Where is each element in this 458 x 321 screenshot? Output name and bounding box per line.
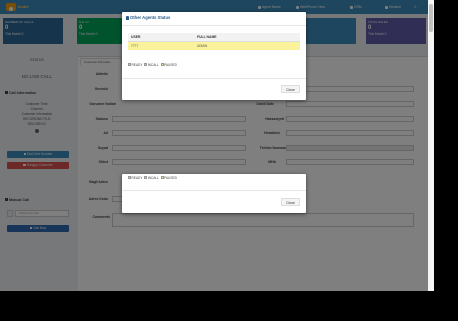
agents-status-modal-secondary: READY INCALL PAUSED Close — [122, 174, 306, 213]
modal-title: Other Agents Status — [126, 15, 170, 20]
status-legend: READY INCALL PAUSED — [128, 63, 177, 67]
divider — [122, 25, 306, 26]
scrollbar[interactable] — [428, 0, 434, 291]
divider — [122, 190, 306, 191]
divider — [122, 78, 306, 79]
scrollbar-thumb[interactable] — [429, 4, 433, 32]
status-legend: READY INCALL PAUSED — [128, 176, 177, 180]
app-screen: Icotel Agent Name WebPhone View CRM Sess… — [0, 0, 428, 291]
table-row[interactable]: 7777 ADMIN — [128, 41, 300, 50]
table-header: USER FULL NAME — [128, 33, 300, 42]
user-cell: 7777 — [128, 41, 194, 50]
agents-status-modal: Other Agents Status USER FULL NAME 7777 … — [122, 12, 306, 100]
column-header: USER — [128, 33, 194, 42]
full-name-cell: ADMIN — [194, 41, 300, 50]
agents-table: USER FULL NAME 7777 ADMIN — [128, 33, 300, 50]
user-icon — [126, 16, 129, 20]
close-button[interactable]: Close — [281, 85, 300, 93]
column-header: FULL NAME — [194, 33, 300, 42]
close-button[interactable]: Close — [281, 198, 300, 206]
